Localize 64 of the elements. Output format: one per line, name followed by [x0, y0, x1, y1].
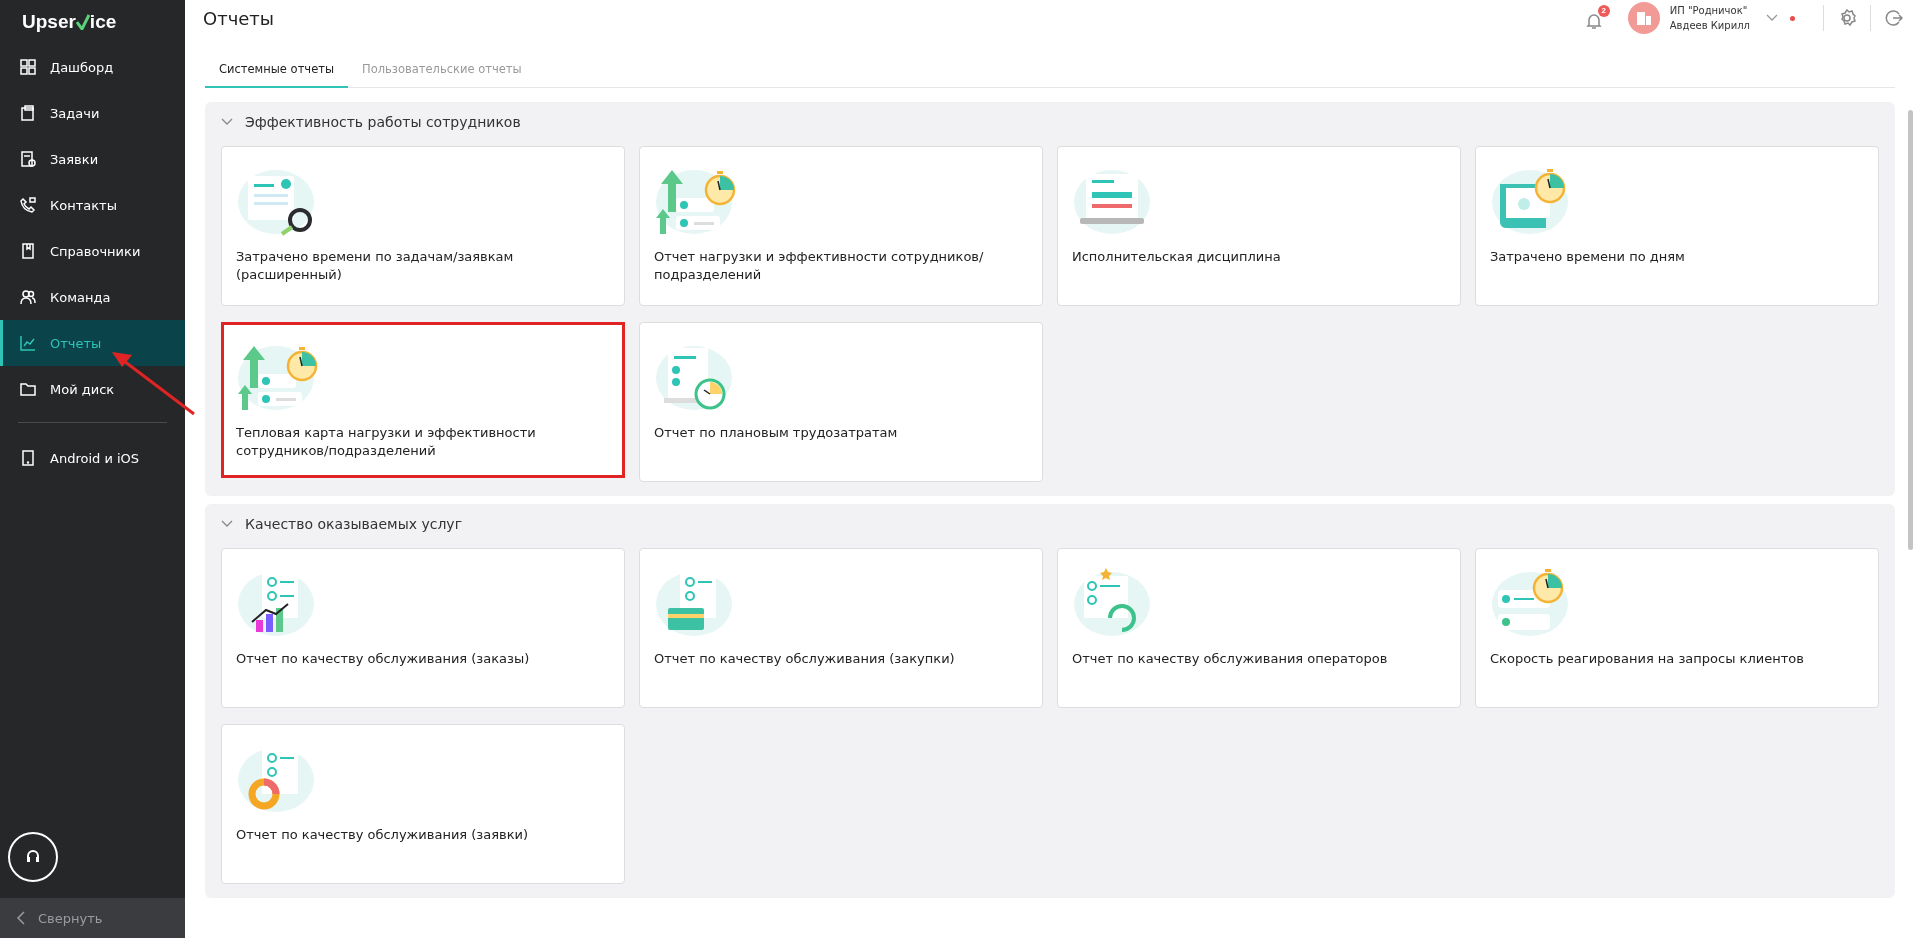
logout-button[interactable]	[1885, 9, 1903, 27]
report-title: Отчет по качеству обслуживания (заказы)	[236, 650, 531, 668]
bell-icon	[1585, 11, 1602, 30]
settings-icon	[1838, 9, 1856, 27]
report-card[interactable]: Скорость реагирования на запросы клиентов	[1475, 548, 1879, 708]
report-card[interactable]: Исполнительская дисциплина	[1057, 146, 1461, 306]
chevron-icon	[221, 118, 233, 126]
report-title: Исполнительская дисциплина	[1072, 248, 1282, 266]
section-header[interactable]: Эффективность работы сотрудников	[221, 114, 521, 130]
app-logo: Upser ice	[21, 10, 118, 34]
settings-button[interactable]	[1838, 9, 1856, 27]
sidebar-item[interactable]: Дашборд	[0, 44, 185, 90]
checkmark-icon	[75, 14, 90, 30]
clipboard-icon	[20, 105, 36, 121]
logout-icon	[1885, 9, 1903, 27]
account-menu-button[interactable]	[1766, 14, 1778, 22]
report-title: Затрачено времени по дням	[1490, 248, 1686, 266]
sidebar-item[interactable]: Справочники	[0, 228, 185, 274]
report-card[interactable]: Затрачено времени по задачам/заявкам (расширенный)	[221, 146, 625, 306]
report-card[interactable]: Отчет по качеству обслуживания (заказы)	[221, 548, 625, 708]
report-title: Тепловая карта нагрузки и эффективности сотрудников/подразделений	[236, 424, 537, 460]
team-icon	[20, 289, 36, 305]
report-title: Отчет по качеству обслуживания (закупки)	[654, 650, 956, 668]
document-icon	[20, 151, 36, 167]
phone-icon	[20, 197, 36, 213]
sidebar-item[interactable]: Отчеты	[0, 320, 185, 366]
section-header[interactable]: Качество оказываемых услуг	[221, 516, 462, 532]
report-card[interactable]: Отчет по качеству обслуживания (закупки)	[639, 548, 1043, 708]
report-title: Отчет по качеству обслуживания операторов	[1072, 650, 1389, 668]
report-title: Отчет нагрузки и эффективности сотрудников/ подразделений	[654, 248, 985, 284]
report-card[interactable]: Затрачено времени по дням	[1475, 146, 1879, 306]
mobile-apps-link[interactable]: Android и iOS	[0, 435, 185, 481]
collapse-button[interactable]: Свернуть	[0, 898, 185, 938]
status-dot	[1790, 15, 1795, 21]
report-card[interactable]: Отчет по качеству обслуживания операторов	[1057, 548, 1461, 708]
sidebar-item[interactable]: Заявки	[0, 136, 185, 182]
report-card[interactable]: Отчет по качеству обслуживания (заявки)	[221, 724, 625, 884]
report-title: Отчет по качеству обслуживания (заявки)	[236, 826, 530, 844]
sidebar-item[interactable]: Задачи	[0, 90, 185, 136]
user-name: Авдеев Кирилл	[1669, 19, 1750, 33]
chart-icon	[20, 335, 36, 351]
notification-count: 2	[1597, 4, 1610, 17]
scrollbar[interactable]	[1908, 110, 1913, 550]
report-title: Отчет по плановым трудозатратам	[654, 424, 899, 442]
support-button[interactable]	[8, 832, 58, 882]
sidebar-item[interactable]: Контакты	[0, 182, 185, 228]
page-title: Отчеты	[203, 7, 276, 29]
report-card[interactable]: Тепловая карта нагрузки и эффективности сотрудников/подразделений	[221, 322, 625, 478]
tablet-icon	[20, 450, 36, 466]
chevron-icon	[221, 520, 233, 528]
grid-icon	[20, 59, 36, 75]
sidebar-item[interactable]: Команда	[0, 274, 185, 320]
tab[interactable]: Системные отчеты	[205, 52, 348, 88]
book-icon	[20, 243, 36, 259]
chevron-left-icon	[16, 911, 26, 925]
folder-icon	[20, 381, 36, 397]
sidebar-item[interactable]: Мой диск	[0, 366, 185, 412]
report-title: Скорость реагирования на запросы клиентов	[1490, 650, 1805, 668]
report-title: Затрачено времени по задачам/заявкам (расширенный)	[236, 248, 515, 284]
building-icon	[1635, 11, 1652, 25]
report-card[interactable]: Отчет нагрузки и эффективности сотрудников/ подразделений	[639, 146, 1043, 306]
chevron-down-icon	[1766, 14, 1778, 22]
company-name: ИП "Родничок"	[1669, 4, 1749, 18]
report-card[interactable]: Отчет по плановым трудозатратам	[639, 322, 1043, 482]
